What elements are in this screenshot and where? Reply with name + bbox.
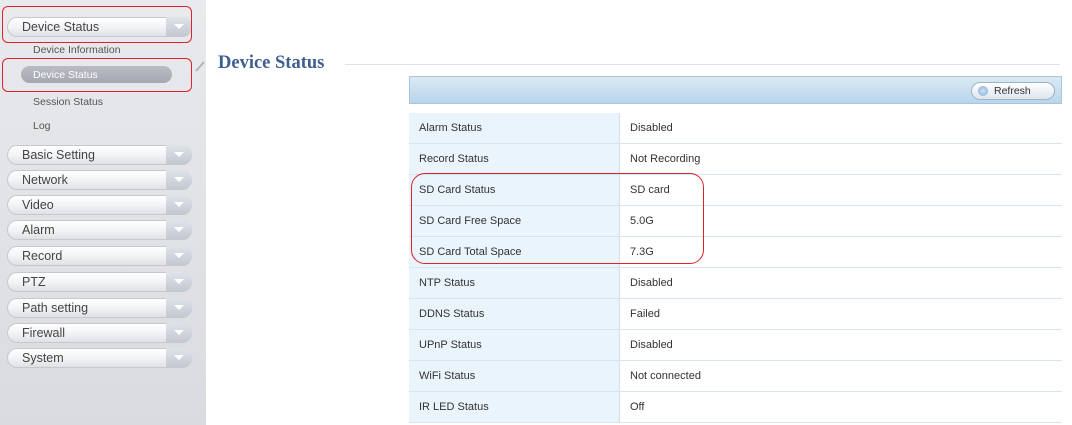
row-value: Disabled	[630, 277, 673, 289]
row-value: Disabled	[630, 339, 673, 351]
row-key-cell: DDNS Status	[409, 299, 620, 329]
highlight-box-device-status-submenu	[2, 58, 192, 92]
page-title: Device Status	[218, 53, 325, 73]
table-row-ddns-status: DDNS Status Failed	[409, 299, 1062, 330]
table-row-ir-led-status: IR LED Status Off	[409, 392, 1062, 423]
table-row-wifi-status: WiFi Status Not connected	[409, 361, 1062, 392]
menu-cap	[166, 195, 192, 215]
sidebar-menu: Device Status Device Information Device …	[0, 0, 206, 425]
row-key-cell: WiFi Status	[409, 361, 620, 391]
row-key: Record Status	[419, 153, 489, 165]
status-panel: Refresh Alarm Status Disabled Record Sta…	[409, 76, 1062, 425]
chevron-down-icon	[174, 202, 184, 207]
table-toolbar: Refresh	[409, 76, 1062, 104]
row-key: IR LED Status	[419, 401, 489, 413]
refresh-button[interactable]: Refresh	[971, 82, 1055, 100]
row-value-cell: Disabled	[620, 330, 1062, 360]
menu-cap	[166, 246, 192, 266]
menu-label: Path setting	[22, 301, 89, 315]
row-value: Not connected	[630, 370, 701, 382]
menu-cap	[166, 348, 192, 368]
menu-firewall[interactable]: Firewall	[7, 323, 192, 343]
menu-ptz[interactable]: PTZ	[7, 272, 192, 292]
row-key-cell: Alarm Status	[409, 113, 620, 143]
menu-video[interactable]: Video	[7, 195, 192, 215]
row-value: Failed	[630, 308, 660, 320]
menu-cap	[166, 170, 192, 190]
row-key: UPnP Status	[419, 339, 482, 351]
menu-cap	[166, 298, 192, 318]
row-key-cell: UPnP Status	[409, 330, 620, 360]
menu-system[interactable]: System	[7, 348, 192, 368]
chevron-down-icon	[174, 152, 184, 157]
submenu-log[interactable]: Log	[33, 120, 51, 132]
row-value-cell: Disabled	[620, 268, 1062, 298]
table-row-alarm-status: Alarm Status Disabled	[409, 113, 1062, 144]
menu-network[interactable]: Network	[7, 170, 192, 190]
menu-label: PTZ	[22, 275, 46, 289]
row-value-cell: Not Recording	[620, 144, 1062, 174]
chevron-down-icon	[174, 177, 184, 182]
menu-label: Alarm	[22, 223, 55, 237]
menu-cap	[166, 272, 192, 292]
table-row-upnp-status: UPnP Status Disabled	[409, 330, 1062, 361]
chevron-down-icon	[174, 279, 184, 284]
row-key-cell: NTP Status	[409, 268, 620, 298]
highlight-box-sd-card-rows	[411, 173, 704, 264]
table-row-ntp-status: NTP Status Disabled	[409, 268, 1062, 299]
chevron-down-icon	[174, 227, 184, 232]
chevron-down-icon	[174, 253, 184, 258]
menu-basic-setting[interactable]: Basic Setting	[7, 145, 192, 165]
menu-label: Video	[22, 198, 54, 212]
menu-cap	[166, 145, 192, 165]
refresh-icon	[978, 86, 988, 96]
row-value-cell: Disabled	[620, 113, 1062, 143]
row-key: DDNS Status	[419, 308, 485, 320]
row-value: Not Recording	[630, 153, 701, 165]
highlight-box-device-status-menu	[2, 6, 192, 43]
submenu-device-information[interactable]: Device Information	[33, 44, 121, 56]
table-row-record-status: Record Status Not Recording	[409, 144, 1062, 175]
row-value: Disabled	[630, 122, 673, 134]
row-key-cell: IR LED Status	[409, 392, 620, 422]
menu-label: Record	[22, 249, 63, 263]
menu-label: Basic Setting	[22, 148, 95, 162]
row-value-cell: Off	[620, 392, 1062, 422]
chevron-down-icon	[174, 355, 184, 360]
menu-alarm[interactable]: Alarm	[7, 220, 192, 240]
submenu-session-status[interactable]: Session Status	[33, 96, 103, 108]
row-value: Off	[630, 401, 645, 413]
menu-label: Firewall	[22, 326, 66, 340]
menu-record[interactable]: Record	[7, 246, 192, 266]
menu-label: Network	[22, 173, 68, 187]
menu-label: System	[22, 351, 64, 365]
menu-cap	[166, 323, 192, 343]
row-value-cell: Failed	[620, 299, 1062, 329]
title-rule	[345, 64, 1060, 65]
menu-path-setting[interactable]: Path setting	[7, 298, 192, 318]
menu-cap	[166, 220, 192, 240]
refresh-label: Refresh	[994, 85, 1031, 97]
row-key: NTP Status	[419, 277, 476, 289]
chevron-down-icon	[174, 305, 184, 310]
row-key: Alarm Status	[419, 122, 482, 134]
row-key-cell: Record Status	[409, 144, 620, 174]
row-value-cell: Not connected	[620, 361, 1062, 391]
chevron-down-icon	[174, 330, 184, 335]
row-key: WiFi Status	[419, 370, 476, 382]
